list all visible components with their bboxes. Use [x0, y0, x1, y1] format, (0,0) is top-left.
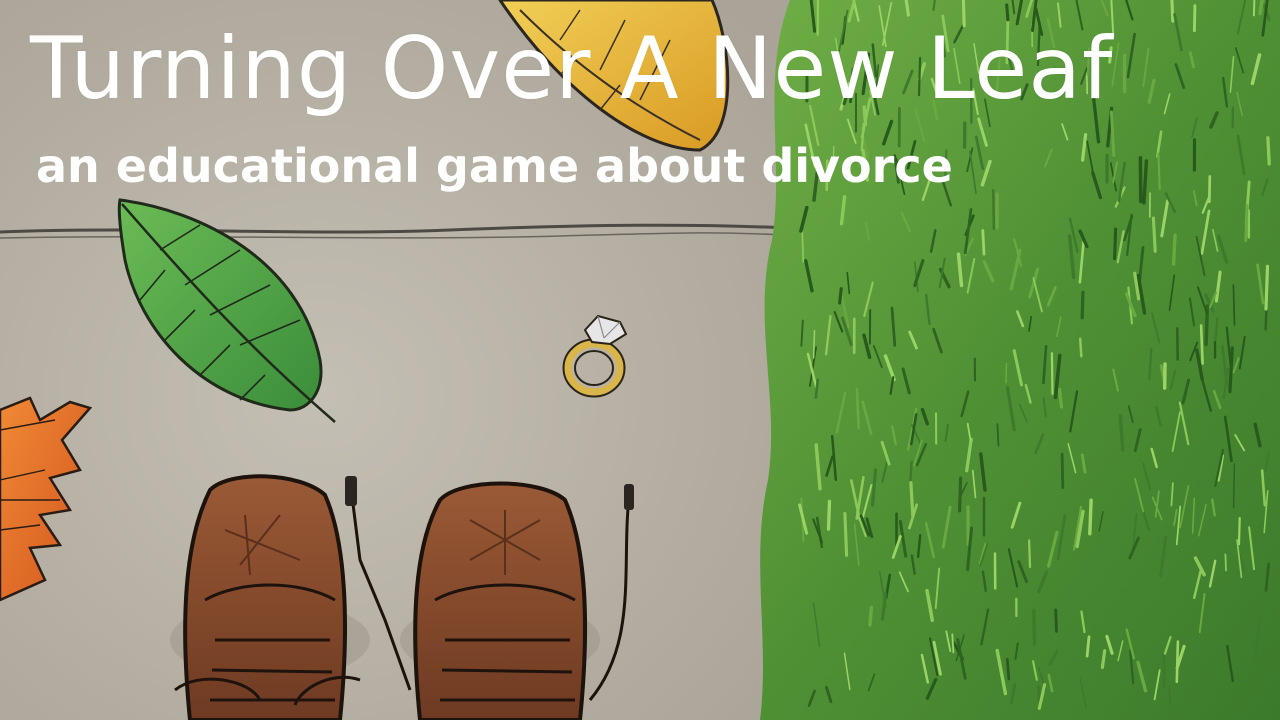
- title-screen: Turning Over A New Leaf an educational g…: [0, 0, 1280, 720]
- grass-blade: [1232, 463, 1236, 509]
- grass-blade: [1151, 216, 1157, 253]
- grass-blade: [1032, 608, 1037, 647]
- game-title: Turning Over A New Leaf: [30, 19, 1114, 119]
- grass-blade: [1050, 352, 1054, 395]
- grass-blade: [801, 229, 805, 263]
- grass-blade: [909, 460, 913, 482]
- grass-blade: [1175, 640, 1180, 683]
- grass-blade: [1170, 0, 1175, 23]
- grass-blade: [1085, 635, 1091, 658]
- grass-blade: [1060, 452, 1065, 489]
- grass-blade: [1252, 0, 1256, 17]
- grass-blade: [1171, 233, 1177, 266]
- grass-blade: [1006, 658, 1011, 681]
- grass-blade: [996, 423, 1000, 447]
- grass-blade: [1232, 284, 1236, 326]
- game-subtitle: an educational game about divorce: [36, 139, 953, 193]
- grass-blade: [838, 287, 843, 305]
- grass-blade: [1054, 608, 1058, 633]
- grass-blade: [1157, 152, 1161, 191]
- grass-blade: [1237, 517, 1241, 546]
- grass-blade: [1199, 324, 1204, 365]
- grass-blade: [843, 512, 849, 557]
- grass-blade: [951, 633, 955, 654]
- grass-blade: [855, 388, 860, 430]
- grass-blade: [1088, 498, 1093, 536]
- grass-blade: [1192, 4, 1197, 33]
- grass-blade: [1264, 264, 1270, 311]
- grass-blade: [1078, 337, 1083, 358]
- grass-blade: [909, 481, 915, 518]
- grass-blade: [1037, 685, 1042, 704]
- grass-blade: [981, 229, 986, 256]
- grass-blade: [868, 605, 874, 627]
- grass-blade: [812, 329, 816, 359]
- grass-blade: [1266, 136, 1271, 166]
- grass-blade: [1224, 553, 1227, 572]
- grass-blade: [1168, 685, 1172, 706]
- grass-blade: [1057, 387, 1064, 409]
- grass-blade: [958, 476, 963, 513]
- grass-blade: [1027, 539, 1032, 569]
- grass-blade: [1080, 290, 1085, 320]
- grass-blade: [1244, 204, 1249, 243]
- grass-blade: [1005, 3, 1010, 22]
- grass-blade: [826, 499, 832, 531]
- grass-blade: [1113, 227, 1118, 261]
- grass-blade: [991, 188, 996, 230]
